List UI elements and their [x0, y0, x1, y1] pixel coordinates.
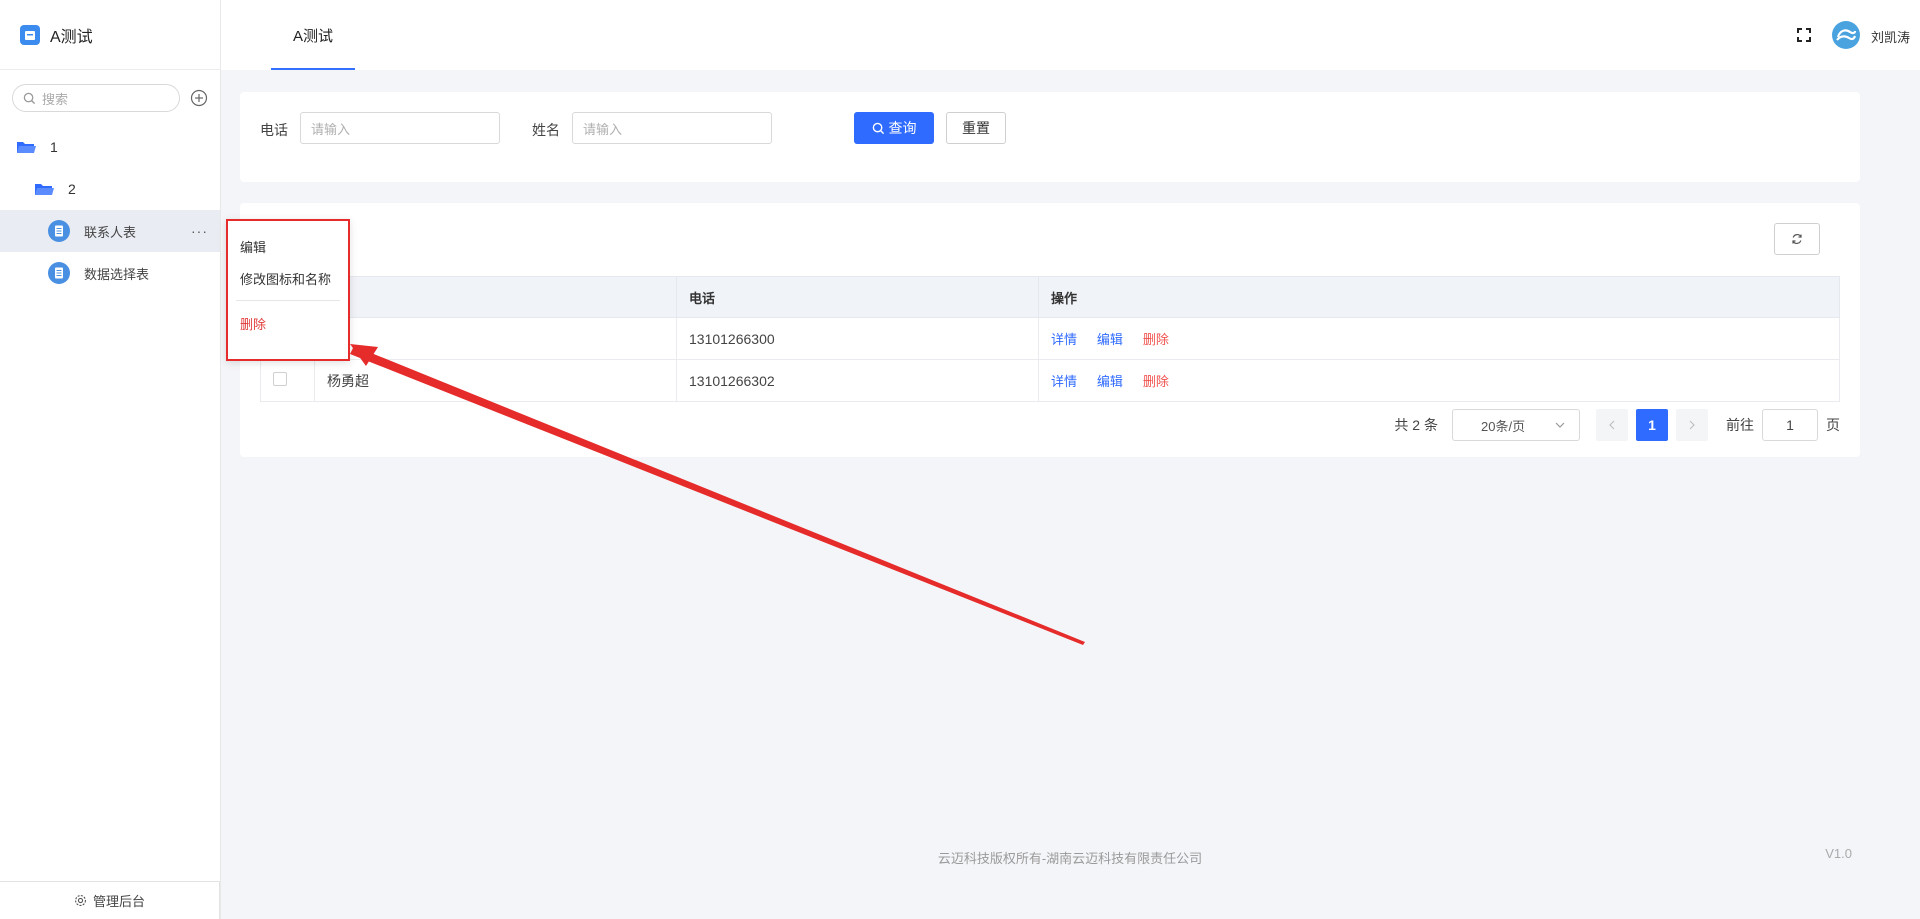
folder-open-icon: [17, 142, 36, 153]
fullscreen-icon[interactable]: [1796, 27, 1812, 43]
version-label: V1.0: [1825, 846, 1852, 861]
tab-label: A测试: [292, 27, 333, 45]
footer-copyright: 云迈科技版权所有-湖南云迈科技有限责任公司: [937, 851, 1203, 866]
refresh-icon: [1792, 233, 1802, 245]
edit-link[interactable]: 编辑: [1097, 332, 1123, 347]
more-icon[interactable]: ···: [191, 223, 208, 239]
menu-item-edit[interactable]: 编辑: [240, 237, 266, 256]
row-checkbox[interactable]: [273, 372, 287, 386]
page-size-value: 20条/页: [1481, 418, 1526, 434]
name-cell: 杨勇超: [314, 359, 677, 402]
query-button[interactable]: 查询: [854, 112, 934, 144]
filter-panel: 电话 请输入 姓名 请输入 查询 重置: [240, 92, 1860, 182]
tree-label: 2: [68, 181, 76, 197]
add-circle-icon[interactable]: [190, 89, 208, 107]
detail-link[interactable]: 详情: [1051, 332, 1077, 347]
document-icon: [48, 262, 70, 284]
name-cell: 设: [314, 317, 677, 360]
search-placeholder: 搜索: [42, 91, 69, 107]
tree-nav: 1 2 联系人表 ··· 数据选择表: [0, 126, 220, 294]
reset-label: 重置: [962, 120, 990, 136]
phone-placeholder: 请输入: [311, 121, 351, 137]
data-table: 电话 操作 设 13101266300 详情 编辑 删除 杨勇超 1310126…: [260, 276, 1840, 402]
sidebar-search-input[interactable]: 搜索: [12, 84, 180, 112]
chevron-down-icon: [1555, 422, 1565, 428]
tree-folder-2[interactable]: 2: [0, 168, 220, 210]
refresh-button[interactable]: [1774, 223, 1820, 255]
reset-button[interactable]: 重置: [946, 112, 1006, 144]
phone-cell: 13101266300: [676, 317, 1039, 360]
goto-label: 前往: [1726, 417, 1754, 433]
table-row: 杨勇超 13101266302 详情 编辑 删除: [260, 359, 1840, 402]
prev-page-button[interactable]: [1596, 409, 1628, 441]
table-panel: 电话 操作 设 13101266300 详情 编辑 删除 杨勇超 1310126…: [240, 203, 1860, 457]
app-logo-icon: [20, 24, 40, 45]
folder-open-icon: [35, 184, 54, 195]
name-input[interactable]: 请输入: [572, 112, 772, 144]
search-icon: [872, 122, 884, 134]
avatar[interactable]: [1832, 21, 1860, 49]
document-icon: [48, 220, 70, 242]
chevron-right-icon: [1689, 420, 1695, 430]
delete-link[interactable]: 删除: [1143, 374, 1169, 389]
goto-value: 1: [1786, 417, 1794, 433]
menu-divider: [236, 300, 340, 301]
edit-link[interactable]: 编辑: [1097, 374, 1123, 389]
menu-item-delete[interactable]: 删除: [240, 314, 266, 333]
tree-label: 1: [50, 139, 58, 155]
actions-cell: 详情 编辑 删除: [1038, 359, 1840, 402]
detail-link[interactable]: 详情: [1051, 374, 1077, 389]
actions-column-header: 操作: [1038, 276, 1840, 318]
actions-cell: 详情 编辑 删除: [1038, 317, 1840, 360]
next-page-button[interactable]: [1676, 409, 1708, 441]
phone-input[interactable]: 请输入: [300, 112, 500, 144]
page-number-current[interactable]: 1: [1636, 409, 1668, 441]
tree-item-contacts[interactable]: 联系人表 ···: [0, 210, 220, 252]
search-icon: [23, 92, 36, 104]
table-row: 设 13101266300 详情 编辑 删除: [260, 317, 1840, 360]
goto-page-input[interactable]: 1: [1762, 409, 1818, 441]
app-title: A测试: [50, 28, 93, 46]
username[interactable]: 刘凯涛: [1871, 27, 1910, 46]
app-header: A测试: [0, 0, 220, 70]
admin-label: 管理后台: [92, 894, 145, 909]
name-column-header: [314, 276, 677, 318]
tree-folder-1[interactable]: 1: [0, 126, 220, 168]
tab-a-test[interactable]: A测试: [271, 0, 355, 70]
phone-cell: 13101266302: [676, 359, 1039, 402]
tree-label: 数据选择表: [84, 266, 150, 282]
tree-item-data-select[interactable]: 数据选择表: [0, 252, 220, 294]
sidebar: A测试 搜索 1 2 联系人表 ··· 数据选择表 管理后台: [0, 0, 221, 919]
query-label: 查询: [888, 120, 917, 136]
gear-icon: [75, 895, 86, 906]
page-suffix: 页: [1826, 417, 1840, 433]
table-header-row: 电话 操作: [260, 276, 1840, 318]
phone-column-header: 电话: [676, 276, 1039, 318]
tab-active-indicator: [271, 68, 355, 70]
context-menu: 编辑 修改图标和名称 删除: [226, 219, 350, 361]
pagination: 共 2 条 20条/页 1 前往 1 页: [1394, 409, 1840, 441]
chevron-left-icon: [1609, 420, 1615, 430]
page-size-select[interactable]: 20条/页: [1452, 409, 1580, 441]
total-count: 共 2 条: [1394, 417, 1438, 433]
name-placeholder: 请输入: [583, 121, 623, 137]
menu-item-rename[interactable]: 修改图标和名称: [240, 269, 331, 288]
phone-label: 电话: [260, 122, 288, 138]
top-bar: A测试 刘凯涛: [221, 0, 1920, 70]
name-label: 姓名: [532, 122, 560, 138]
row-select-cell: [260, 359, 315, 402]
delete-link[interactable]: 删除: [1143, 332, 1169, 347]
tree-label: 联系人表: [84, 224, 137, 240]
admin-button[interactable]: 管理后台: [0, 881, 220, 919]
